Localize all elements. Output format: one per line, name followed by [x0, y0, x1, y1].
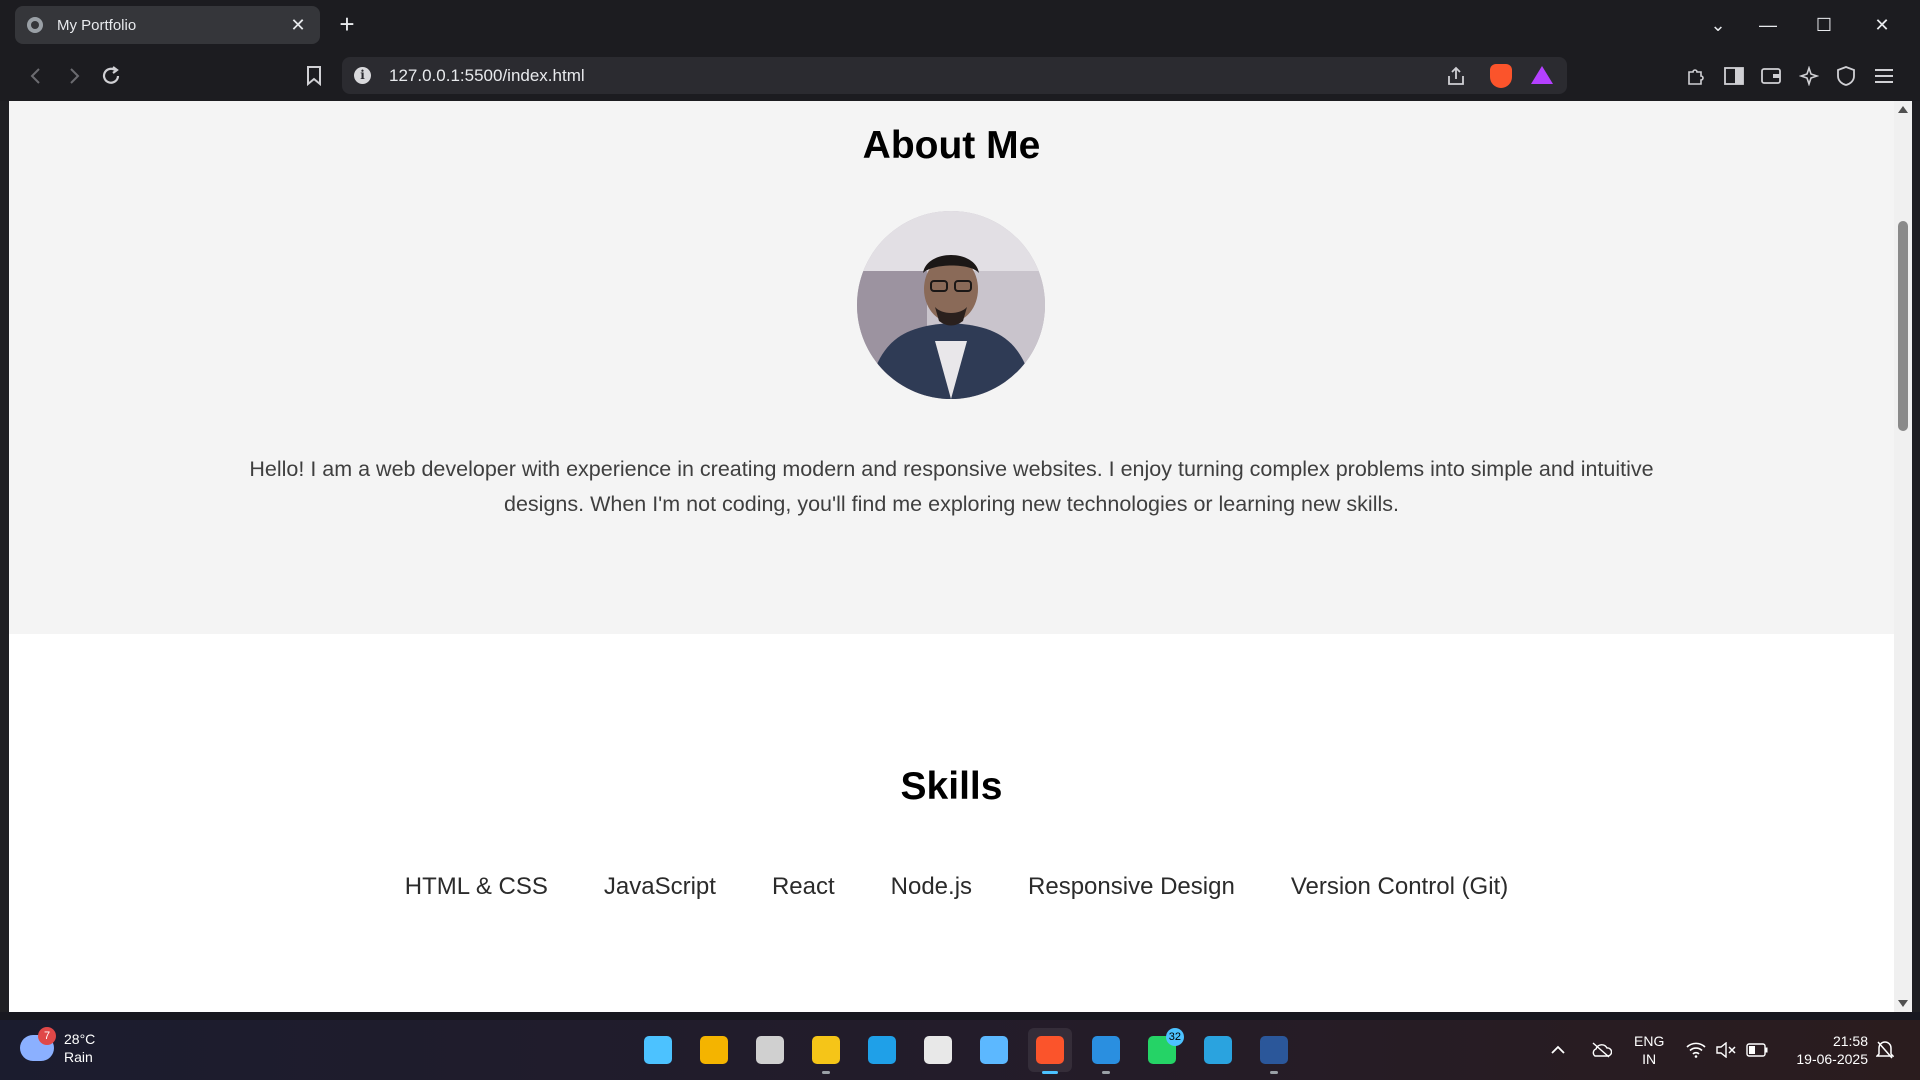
new-tab-button[interactable]: + — [332, 10, 362, 40]
edge-icon — [868, 1036, 896, 1064]
back-icon[interactable] — [20, 60, 52, 92]
show-hidden-icons[interactable] — [1550, 1020, 1566, 1080]
whatsapp-unread-badge: 32 — [1165, 1028, 1184, 1046]
tab-close-icon[interactable]: ✕ — [288, 15, 308, 36]
language-region: IN — [1642, 1051, 1657, 1067]
scroll-up-icon[interactable] — [1898, 106, 1908, 113]
word-taskbar-button[interactable] — [1252, 1028, 1296, 1074]
microsoft-store-icon — [924, 1036, 952, 1064]
start-taskbar-button[interactable] — [636, 1028, 680, 1072]
brave-taskbar-button[interactable] — [1028, 1028, 1072, 1074]
skill-item: Node.js — [890, 873, 973, 900]
bookmark-icon[interactable] — [298, 60, 330, 92]
reload-icon[interactable] — [95, 60, 127, 92]
running-indicator — [1042, 1071, 1058, 1074]
task-view-icon — [756, 1036, 784, 1064]
running-indicator — [822, 1071, 830, 1074]
close-window-button[interactable]: ✕ — [1854, 0, 1910, 50]
skills-heading: Skills — [900, 765, 1003, 808]
maximize-button[interactable]: ☐ — [1796, 0, 1852, 50]
wallet-icon[interactable] — [1755, 60, 1787, 92]
browser-toolbar: i 127.0.0.1:5500/index.html — [0, 50, 1920, 101]
file-explorer-icon — [812, 1036, 840, 1064]
taskbar-apps: 32 — [636, 1028, 1296, 1074]
profile-photo — [857, 211, 1045, 399]
telegram-taskbar-button[interactable] — [1196, 1028, 1240, 1072]
taskbar: 7 28°C Rain 32 ENG IN 21:58 19-06-2025 — [0, 1020, 1920, 1080]
minimize-button[interactable]: — — [1740, 0, 1796, 50]
notepad-taskbar-button[interactable] — [972, 1028, 1016, 1072]
tab-search-icon[interactable]: ⌄ — [1690, 0, 1746, 50]
site-info-icon[interactable]: i — [354, 67, 371, 84]
skill-item: JavaScript — [603, 873, 716, 900]
tab-title: My Portfolio — [57, 16, 137, 34]
background-window-strip — [0, 1012, 1920, 1020]
notification-bell-icon[interactable] — [1876, 1020, 1894, 1080]
address-bar[interactable]: i 127.0.0.1:5500/index.html — [342, 57, 1567, 94]
skills-list: HTML & CSS JavaScript React Node.js Resp… — [9, 873, 1894, 901]
edge-taskbar-button[interactable] — [860, 1028, 904, 1072]
globe-icon — [27, 17, 43, 33]
notepad-icon — [980, 1036, 1008, 1064]
url-text[interactable]: 127.0.0.1:5500/index.html — [389, 66, 585, 86]
sidebar-icon[interactable] — [1718, 60, 1750, 92]
task-view-taskbar-button[interactable] — [748, 1028, 792, 1072]
share-icon[interactable] — [1440, 60, 1472, 92]
copilot-taskbar-button[interactable] — [692, 1028, 736, 1072]
weather-temp: 28°C — [64, 1031, 96, 1047]
volume-muted-icon[interactable] — [1716, 1020, 1736, 1080]
battery-icon[interactable] — [1746, 1020, 1768, 1080]
about-section: About Me Hello! I am a web developer wit… — [9, 101, 1894, 634]
weather-widget[interactable]: 7 28°C Rain — [20, 1027, 96, 1066]
weather-cloud-icon: 7 — [20, 1027, 56, 1061]
start-icon — [644, 1036, 672, 1064]
language-indicator[interactable]: ENG IN — [1634, 1020, 1664, 1080]
clock-time: 21:58 — [1832, 1033, 1868, 1049]
scrollbar-thumb[interactable] — [1898, 221, 1908, 431]
clock-date: 19-06-2025 — [1796, 1051, 1868, 1067]
forward-icon[interactable] — [58, 60, 90, 92]
wifi-icon[interactable] — [1686, 1020, 1706, 1080]
skill-item: Responsive Design — [1028, 873, 1235, 900]
browser-tab-bar: My Portfolio ✕ + ⌄ — ☐ ✕ — [0, 0, 1920, 50]
scroll-down-icon[interactable] — [1898, 1000, 1908, 1007]
vpn-icon[interactable] — [1830, 60, 1862, 92]
weather-badge: 7 — [38, 1027, 56, 1045]
skill-item: React — [771, 873, 835, 900]
tab-my-portfolio[interactable]: My Portfolio ✕ — [15, 6, 320, 44]
brave-shields-icon[interactable] — [1490, 64, 1512, 88]
menu-icon[interactable] — [1868, 60, 1900, 92]
running-indicator — [1270, 1071, 1278, 1074]
copilot-icon — [700, 1036, 728, 1064]
weather-condition: Rain — [64, 1049, 93, 1065]
leo-ai-icon[interactable] — [1793, 60, 1825, 92]
page-scrollbar[interactable] — [1894, 101, 1912, 1012]
extensions-icon[interactable] — [1680, 60, 1712, 92]
page-viewport: About Me Hello! I am a web developer wit… — [9, 101, 1894, 1012]
file-explorer-taskbar-button[interactable] — [804, 1028, 848, 1074]
onedrive-icon[interactable] — [1590, 1020, 1612, 1080]
about-description: Hello! I am a web developer with experie… — [249, 457, 1654, 516]
word-icon — [1260, 1036, 1288, 1064]
skill-item: Version Control (Git) — [1290, 873, 1509, 900]
skill-item: HTML & CSS — [404, 873, 548, 900]
brave-icon — [1036, 1036, 1064, 1064]
brave-rewards-icon[interactable] — [1531, 66, 1553, 84]
whatsapp-taskbar-button[interactable]: 32 — [1140, 1028, 1184, 1072]
telegram-icon — [1204, 1036, 1232, 1064]
vscode-icon — [1092, 1036, 1120, 1064]
running-indicator — [1102, 1071, 1110, 1074]
about-heading: About Me — [862, 124, 1041, 167]
system-clock[interactable]: 21:58 19-06-2025 — [1780, 1032, 1868, 1068]
language-code: ENG — [1634, 1033, 1665, 1049]
vscode-taskbar-button[interactable] — [1084, 1028, 1128, 1074]
microsoft-store-taskbar-button[interactable] — [916, 1028, 960, 1072]
